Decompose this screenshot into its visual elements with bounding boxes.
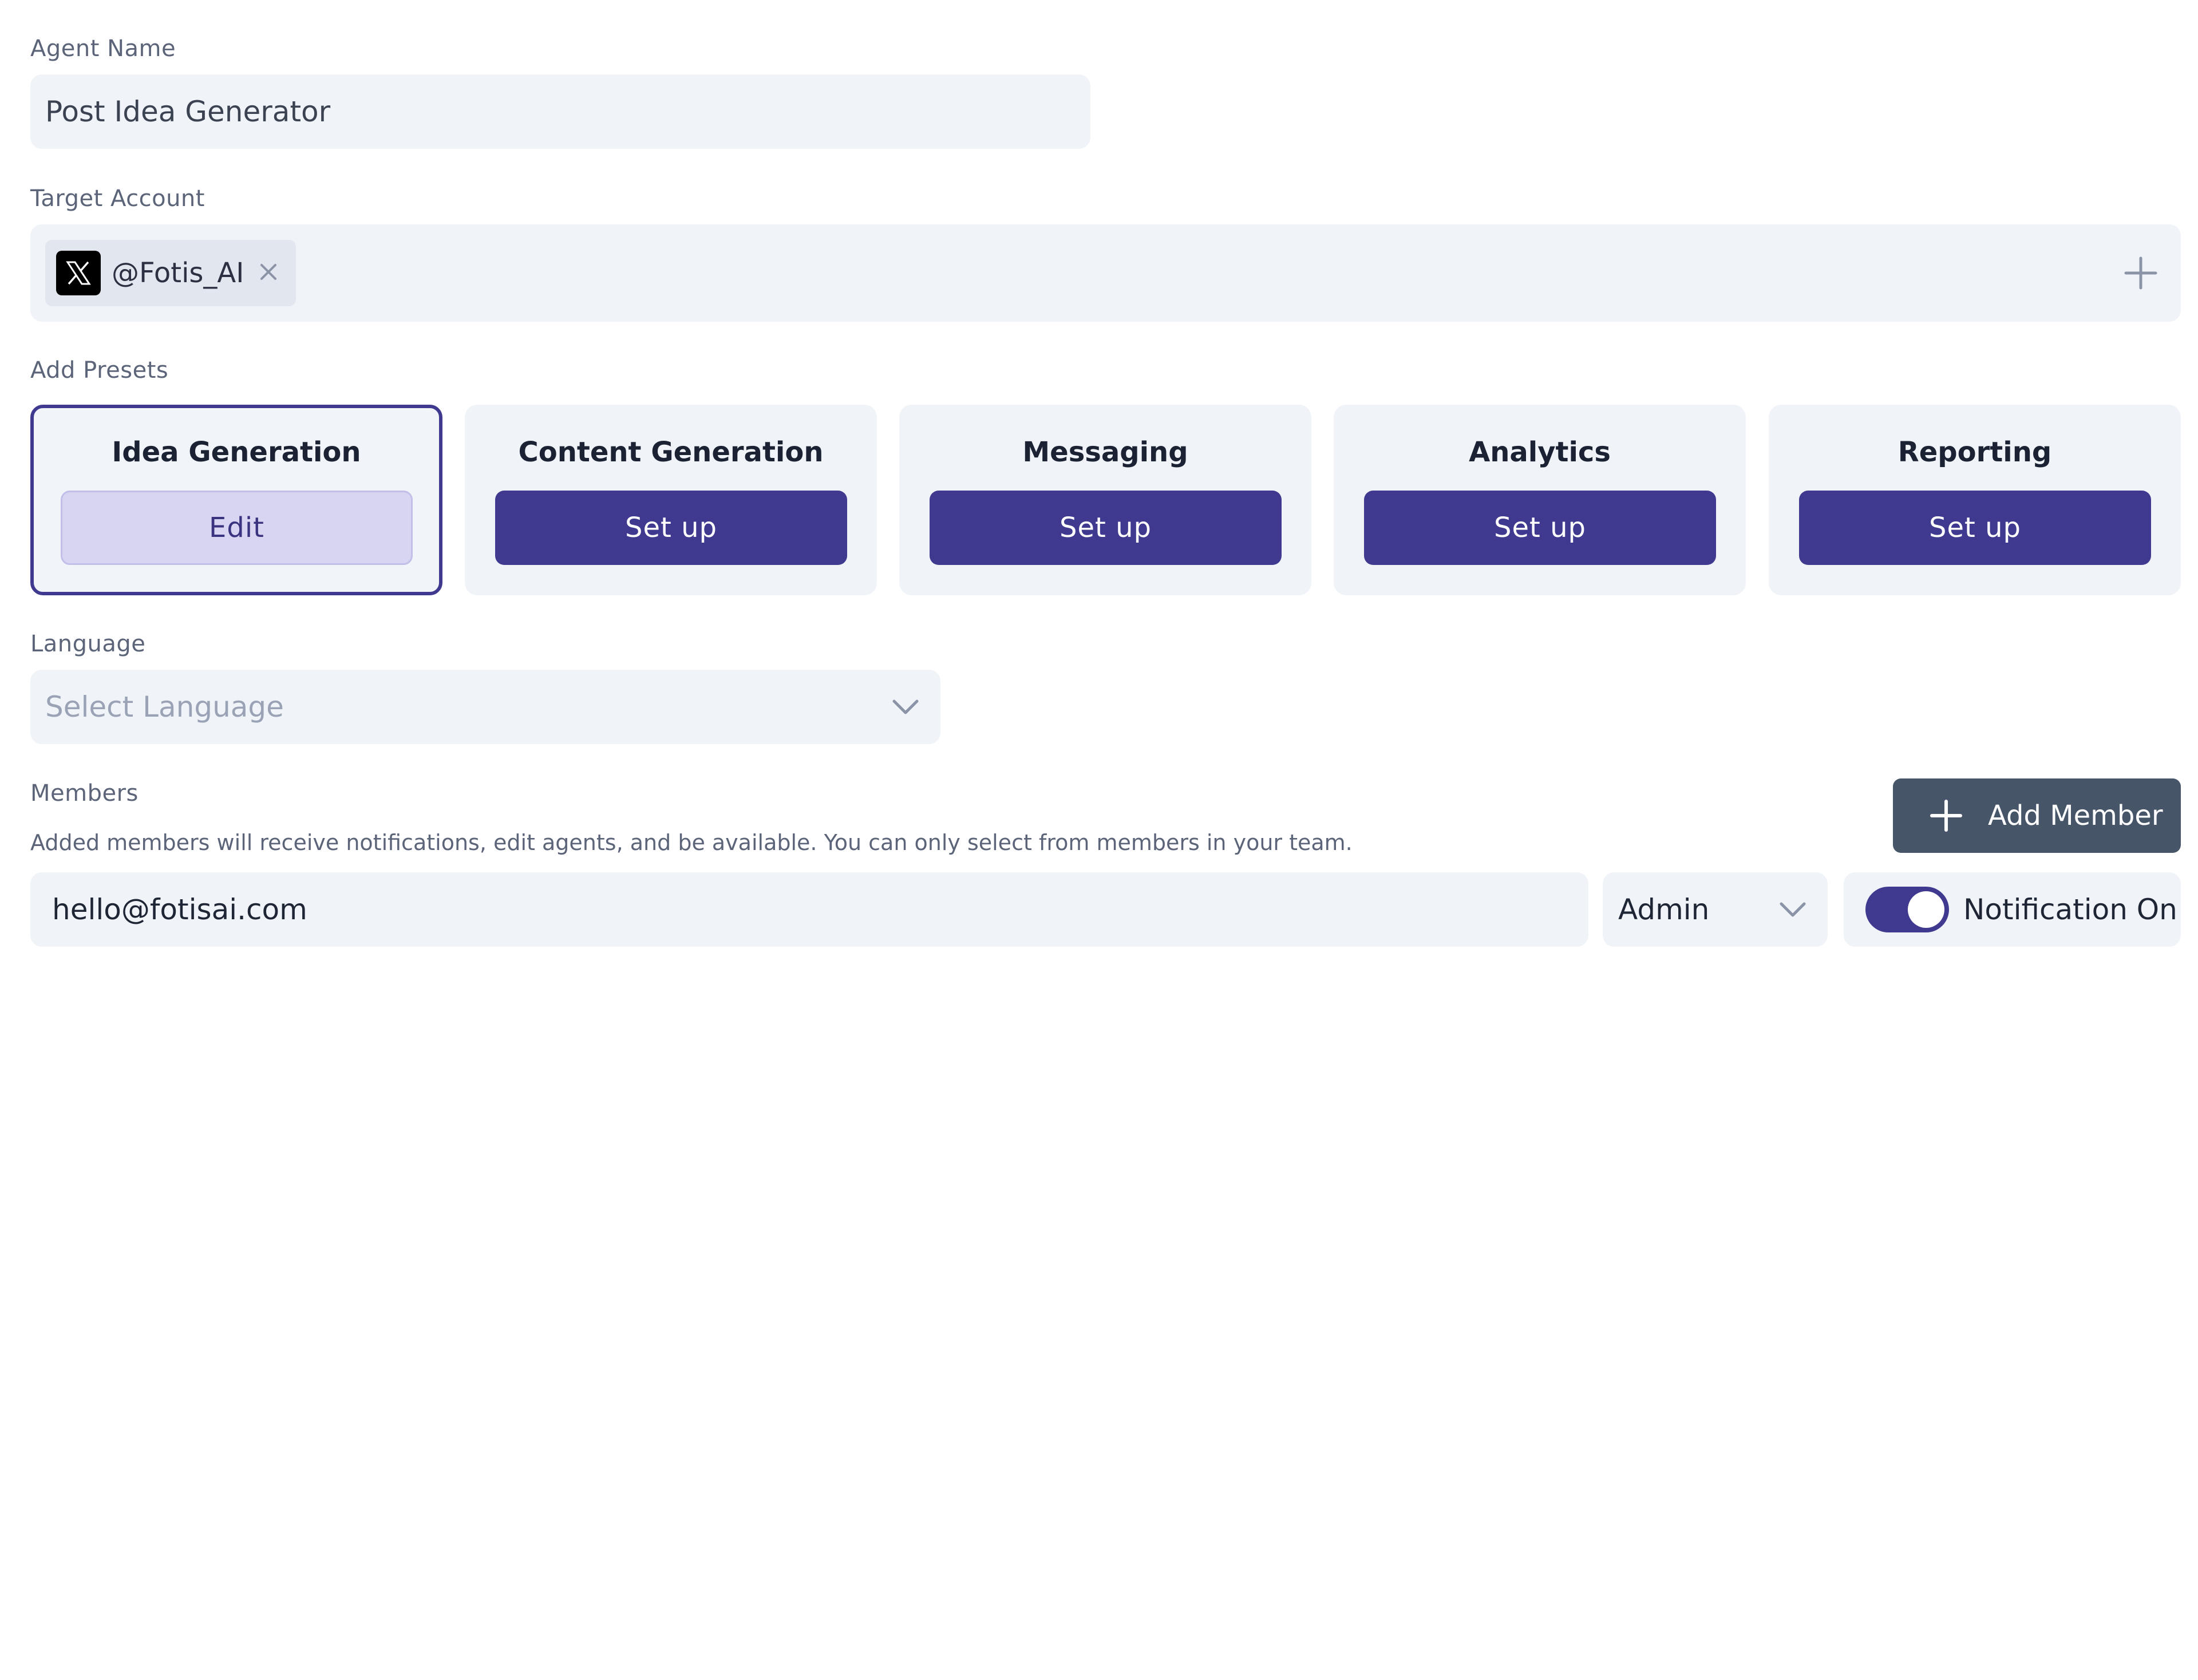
chevron-down-icon	[891, 694, 920, 722]
agent-name-label: Agent Name	[30, 35, 176, 62]
notification-toggle[interactable]	[1865, 887, 1949, 932]
agent-name-value: Post Idea Generator	[45, 95, 331, 128]
preset-setup-button[interactable]: Set up	[1364, 491, 1716, 565]
account-chip: @Fotis_AI	[45, 240, 296, 306]
preset-title: Content Generation	[518, 436, 824, 468]
add-member-button[interactable]: Add Member	[1893, 778, 2181, 853]
members-label: Members	[30, 780, 139, 807]
notification-label: Notification On	[1963, 893, 2177, 926]
x-logo-icon	[56, 251, 101, 295]
member-email-value: hello@fotisai.com	[52, 893, 307, 926]
preset-title: Analytics	[1469, 436, 1611, 468]
preset-setup-button[interactable]: Set up	[1799, 491, 2151, 565]
account-handle: @Fotis_AI	[112, 257, 244, 289]
member-role-select[interactable]: Admin	[1603, 872, 1828, 947]
preset-card-analytics: Analytics Set up	[1334, 405, 1746, 595]
close-icon[interactable]	[257, 260, 280, 286]
add-presets-label: Add Presets	[30, 357, 169, 384]
notification-toggle-field: Notification On	[1844, 872, 2181, 947]
add-member-label: Add Member	[1988, 800, 2163, 832]
member-email-field[interactable]: hello@fotisai.com	[30, 872, 1588, 947]
preset-setup-button[interactable]: Set up	[930, 491, 1282, 565]
language-select[interactable]: Select Language	[30, 670, 940, 744]
preset-title: Messaging	[1022, 436, 1188, 468]
target-account-label: Target Account	[30, 185, 205, 212]
preset-card-messaging: Messaging Set up	[899, 405, 1311, 595]
preset-card-content-generation: Content Generation Set up	[465, 405, 877, 595]
chevron-down-icon	[1778, 897, 1807, 924]
toggle-knob	[1908, 891, 1944, 928]
preset-card-reporting: Reporting Set up	[1769, 405, 2181, 595]
preset-card-idea-generation: Idea Generation Edit	[30, 405, 442, 595]
preset-edit-button[interactable]: Edit	[61, 491, 413, 565]
preset-setup-button[interactable]: Set up	[495, 491, 847, 565]
language-label: Language	[30, 631, 146, 657]
preset-title: Idea Generation	[112, 436, 361, 468]
add-account-plus-icon[interactable]	[2124, 256, 2158, 292]
plus-icon	[1930, 799, 1963, 835]
member-role-value: Admin	[1618, 893, 1710, 926]
target-account-field[interactable]: @Fotis_AI	[30, 224, 2181, 322]
agent-name-input[interactable]: Post Idea Generator	[30, 74, 1090, 149]
language-placeholder: Select Language	[45, 690, 284, 724]
members-description: Added members will receive notifications…	[30, 830, 1353, 855]
preset-title: Reporting	[1897, 436, 2052, 468]
